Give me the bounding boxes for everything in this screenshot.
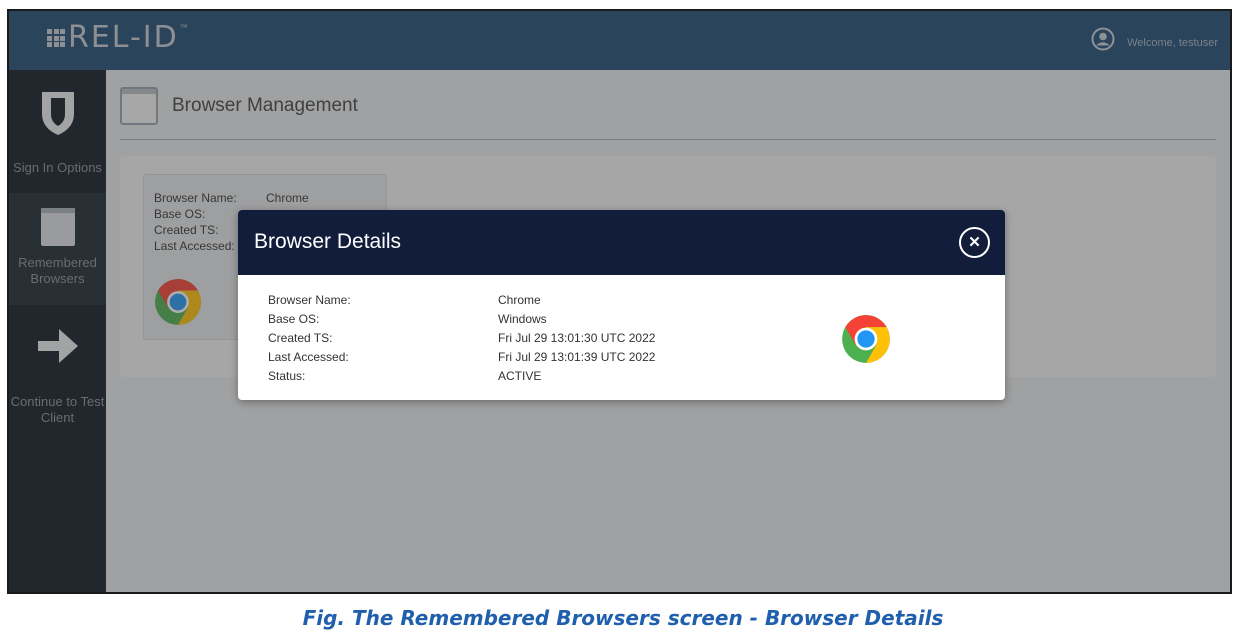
figure-caption: Fig. The Remembered Browsers screen - Br… (302, 606, 944, 630)
detail-row: Status: ACTIVE (268, 369, 542, 383)
detail-row: Created TS: Fri Jul 29 13:01:30 UTC 2022 (268, 331, 656, 345)
detail-row: Last Accessed: Fri Jul 29 13:01:39 UTC 20… (268, 350, 656, 364)
detail-row: Browser Name: Chrome (268, 293, 541, 307)
chrome-icon (842, 315, 890, 363)
detail-row: Base OS: Windows (268, 312, 547, 326)
modal-title: Browser Details (254, 230, 402, 253)
close-icon: ✕ (968, 234, 981, 251)
browser-details-modal: Browser Details ✕ Browser Name: Chrome Ba… (238, 210, 1005, 400)
close-button[interactable]: ✕ (959, 227, 990, 258)
modal-header: Browser Details ✕ (238, 210, 1005, 275)
